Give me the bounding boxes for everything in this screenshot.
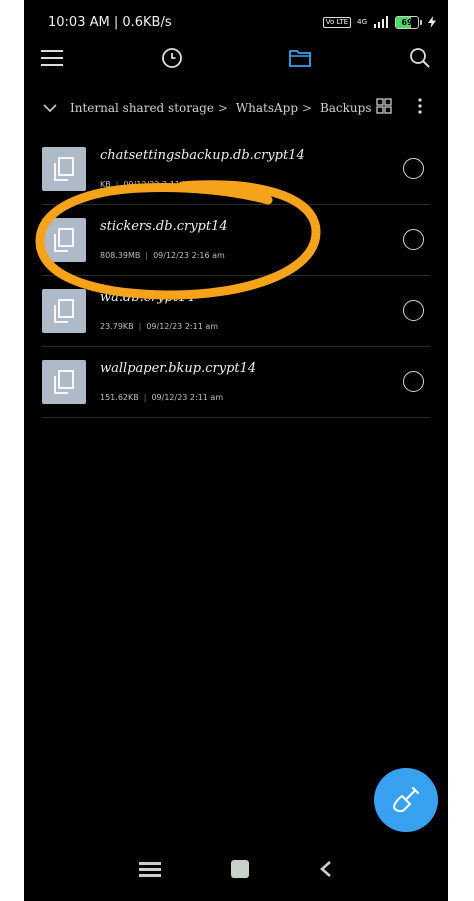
search-icon[interactable] — [406, 44, 434, 72]
file-name: wallpaper.bkup.crypt14 — [100, 361, 257, 376]
home-nav-icon[interactable] — [230, 859, 250, 883]
breadcrumb-item[interactable]: WhatsApp — [236, 101, 298, 115]
grid-view-icon[interactable] — [376, 98, 392, 118]
select-radio[interactable] — [403, 158, 424, 179]
clock-icon[interactable] — [158, 44, 186, 72]
top-toolbar — [24, 40, 448, 76]
status-time-speed: 10:03 AM | 0.6KB/s — [48, 14, 172, 30]
document-icon — [42, 289, 86, 333]
clean-button[interactable] — [374, 768, 438, 832]
signal-icon — [374, 16, 388, 28]
back-nav-icon[interactable] — [319, 860, 333, 882]
breadcrumb: Internal shared storage > WhatsApp > Backu… — [24, 90, 448, 126]
document-icon — [42, 218, 86, 262]
network-type: 4G — [357, 18, 367, 26]
recents-nav-icon[interactable] — [138, 861, 161, 881]
file-name: wa.db.crypt14 — [100, 290, 195, 305]
folder-icon[interactable] — [286, 44, 314, 72]
select-radio[interactable] — [403, 229, 424, 250]
file-meta: 151.62KB | 09/12/23 2:11 am — [100, 393, 224, 402]
file-row[interactable]: wallpaper.bkup.crypt14 151.62KB | 09/12/23… — [42, 347, 430, 418]
select-radio[interactable] — [403, 371, 424, 392]
system-nav-bar — [24, 841, 448, 901]
file-meta: 23.79KB | 09/12/23 2:11 am — [100, 322, 219, 331]
file-meta: 808.39MB | 09/12/23 2:16 am — [100, 251, 225, 260]
battery-indicator: 69 — [395, 15, 422, 29]
file-name: chatsettingsbackup.db.crypt14 — [100, 148, 305, 163]
file-name: stickers.db.crypt14 — [100, 219, 228, 234]
status-bar: 10:03 AM | 0.6KB/s Vo LTE 4G 69 — [48, 12, 436, 32]
chevron-down-icon[interactable] — [30, 103, 70, 113]
file-list: chatsettingsbackup.db.crypt14 KB | 09/12/2… — [42, 134, 430, 418]
document-icon — [42, 360, 86, 404]
volte-indicator: Vo LTE — [322, 16, 352, 28]
select-radio[interactable] — [403, 300, 424, 321]
menu-icon[interactable] — [38, 44, 66, 72]
file-row[interactable]: stickers.db.crypt14 808.39MB | 09/12/23 2:… — [42, 205, 430, 276]
breadcrumb-item[interactable]: Backups — [320, 101, 372, 115]
breadcrumb-item[interactable]: Internal shared storage — [70, 101, 214, 115]
broom-icon — [392, 786, 420, 813]
file-meta: KB | 09/12/23 2:11 am — [100, 180, 196, 189]
document-icon — [42, 147, 86, 191]
file-row[interactable]: chatsettingsbackup.db.crypt14 KB | 09/12/2… — [42, 134, 430, 205]
file-manager-screen: 10:03 AM | 0.6KB/s Vo LTE 4G 69 Internal… — [24, 0, 448, 901]
charging-icon — [428, 16, 436, 28]
file-row[interactable]: wa.db.crypt14 23.79KB | 09/12/23 2:11 am — [42, 276, 430, 347]
more-vert-icon[interactable] — [418, 98, 422, 118]
